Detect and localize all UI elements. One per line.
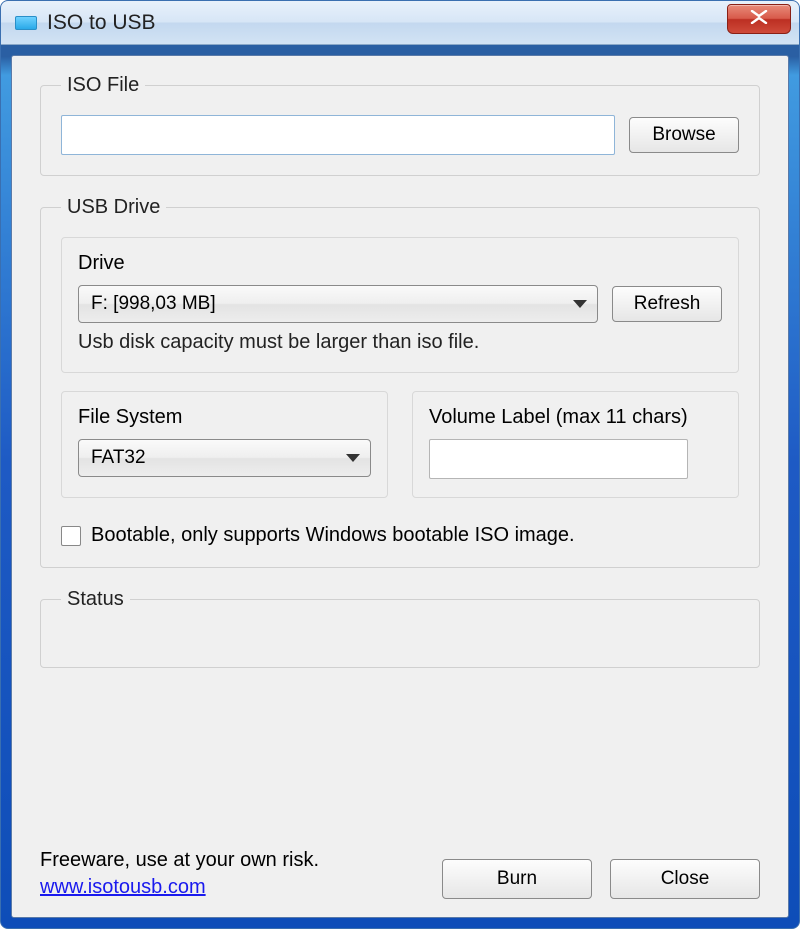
iso-file-group: ISO File Browse bbox=[40, 74, 760, 176]
footer: Freeware, use at your own risk. www.isot… bbox=[40, 839, 760, 899]
status-legend: Status bbox=[61, 588, 130, 611]
filesystem-subgroup: File System FAT32 bbox=[61, 391, 388, 498]
window-title: ISO to USB bbox=[47, 11, 156, 35]
burn-button[interactable]: Burn bbox=[442, 859, 592, 899]
filesystem-select[interactable]: FAT32 bbox=[78, 439, 371, 477]
window-close-button[interactable] bbox=[727, 4, 791, 34]
browse-button[interactable]: Browse bbox=[629, 117, 739, 153]
app-icon bbox=[15, 16, 37, 30]
client-area: ISO File Browse USB Drive Drive F: [998,… bbox=[11, 55, 789, 918]
usb-drive-group: USB Drive Drive F: [998,03 MB] Refresh U… bbox=[40, 196, 760, 568]
close-button[interactable]: Close bbox=[610, 859, 760, 899]
bootable-label: Bootable, only supports Windows bootable… bbox=[91, 524, 575, 547]
usb-drive-legend: USB Drive bbox=[61, 196, 166, 219]
chevron-down-icon bbox=[346, 454, 360, 462]
drive-select-value: F: [998,03 MB] bbox=[91, 293, 216, 315]
iso-path-input[interactable] bbox=[61, 115, 615, 155]
volume-legend: Volume Label (max 11 chars) bbox=[429, 406, 722, 429]
drive-subgroup: Drive F: [998,03 MB] Refresh Usb disk ca… bbox=[61, 237, 739, 373]
bootable-checkbox[interactable] bbox=[61, 526, 81, 546]
chevron-down-icon bbox=[573, 300, 587, 308]
refresh-button[interactable]: Refresh bbox=[612, 286, 722, 322]
volume-subgroup: Volume Label (max 11 chars) bbox=[412, 391, 739, 498]
filesystem-select-value: FAT32 bbox=[91, 447, 146, 469]
drive-hint: Usb disk capacity must be larger than is… bbox=[78, 331, 722, 354]
filesystem-legend: File System bbox=[78, 406, 371, 429]
freeware-text: Freeware, use at your own risk. bbox=[40, 849, 319, 872]
drive-select[interactable]: F: [998,03 MB] bbox=[78, 285, 598, 323]
drive-legend: Drive bbox=[78, 252, 722, 275]
status-group: Status bbox=[40, 588, 760, 668]
website-link[interactable]: www.isotousb.com bbox=[40, 876, 319, 899]
app-window: ISO to USB ISO File Browse USB Drive Dri… bbox=[0, 0, 800, 929]
titlebar: ISO to USB bbox=[1, 1, 799, 45]
volume-label-input[interactable] bbox=[429, 439, 688, 479]
close-icon bbox=[749, 8, 769, 29]
iso-file-legend: ISO File bbox=[61, 74, 145, 97]
